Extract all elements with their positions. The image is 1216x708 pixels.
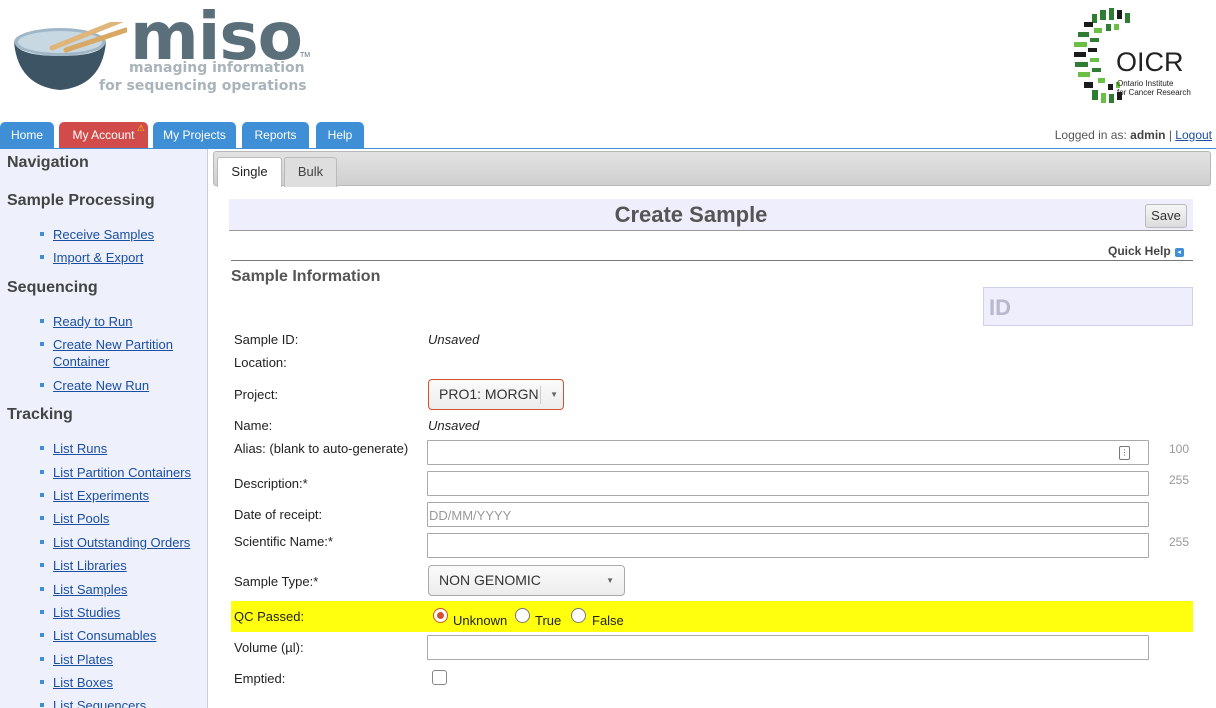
name-value: Unsaved bbox=[428, 418, 480, 433]
tab-home[interactable]: Home bbox=[0, 122, 54, 148]
logo-tagline-2: for sequencing operations bbox=[99, 78, 307, 94]
login-status: Logged in as: admin | Logout bbox=[1055, 128, 1212, 142]
sidebar-item-list-experiments[interactable]: List Experiments bbox=[40, 487, 201, 504]
qc-unknown-radio[interactable] bbox=[433, 608, 448, 623]
date-of-receipt-placeholder: DD/MM/YYYY bbox=[429, 508, 512, 523]
sidebar-item-create-new-run[interactable]: Create New Run bbox=[40, 377, 201, 394]
qc-passed-row: QC Passed: Unknown True False bbox=[231, 601, 1193, 632]
sidebar-item-list-samples[interactable]: List Samples bbox=[40, 581, 201, 598]
sidebar-heading-sequencing: Sequencing bbox=[7, 279, 98, 296]
qc-false-radio[interactable] bbox=[571, 608, 586, 623]
title-bar: Create Sample Save bbox=[229, 199, 1193, 231]
oicr-full-name: Ontario Institute for Cancer Research bbox=[1117, 79, 1191, 97]
name-label: Name: bbox=[234, 418, 273, 433]
generator-icon[interactable]: ⋮ bbox=[1119, 446, 1130, 460]
sidebar-item-receive-samples[interactable]: Receive Samples bbox=[40, 226, 201, 243]
login-separator: | bbox=[1168, 128, 1172, 142]
sidebar-item-list-libraries[interactable]: List Libraries bbox=[40, 557, 201, 574]
sidebar-item-list-plates[interactable]: List Plates bbox=[40, 651, 201, 668]
volume-input[interactable] bbox=[427, 635, 1149, 660]
oicr-name: OICR bbox=[1116, 47, 1184, 77]
login-user: admin bbox=[1130, 128, 1166, 142]
section-divider bbox=[231, 260, 1193, 261]
project-select-value: PRO1: MORGN bbox=[439, 386, 539, 402]
sidebar-title: Navigation bbox=[7, 154, 89, 171]
save-button[interactable]: Save bbox=[1145, 204, 1187, 228]
project-select[interactable]: PRO1: MORGN ▼ bbox=[428, 379, 564, 410]
alias-input[interactable]: ⋮ bbox=[427, 440, 1149, 465]
subtab-single[interactable]: Single bbox=[217, 157, 282, 187]
header: miso TM managing information for sequenc… bbox=[0, 0, 1216, 120]
sidebar-item-list-sequencers[interactable]: List Sequencers bbox=[40, 697, 201, 708]
sidebar-item-list-consumables[interactable]: List Consumables bbox=[40, 627, 201, 644]
alias-label: Alias: (blank to auto-generate) bbox=[234, 441, 409, 456]
subtab-bulk[interactable]: Bulk bbox=[284, 157, 337, 187]
chevron-down-icon: ▼ bbox=[550, 390, 558, 399]
sidebar-item-list-boxes[interactable]: List Boxes bbox=[40, 674, 201, 691]
login-prefix: Logged in as: bbox=[1054, 128, 1127, 142]
qc-true-label: True bbox=[535, 613, 562, 628]
sample-id-label: Sample ID: bbox=[234, 332, 299, 347]
volume-label: Volume (µl): bbox=[234, 640, 304, 655]
subtab-bar: Single Bulk bbox=[213, 151, 1211, 187]
page-title: Create Sample bbox=[614, 202, 768, 227]
scientific-name-counter: 255 bbox=[1169, 535, 1190, 549]
sidebar-item-list-partition-containers[interactable]: List Partition Containers bbox=[40, 464, 201, 481]
date-of-receipt-label: Date of receipt: bbox=[234, 507, 323, 522]
sidebar-item-create-partition-container[interactable]: Create New Partition Container bbox=[40, 336, 183, 370]
id-placeholder: ID bbox=[989, 295, 1011, 320]
sidebar-heading-tracking: Tracking bbox=[7, 406, 73, 423]
location-label: Location: bbox=[234, 355, 287, 370]
sample-id-value: Unsaved bbox=[428, 332, 480, 347]
qc-unknown-label: Unknown bbox=[453, 613, 508, 628]
sidebar-heading-sample-processing: Sample Processing bbox=[7, 192, 155, 209]
oicr-full-line-1: Ontario Institute bbox=[1117, 79, 1174, 88]
sidebar-item-list-pools[interactable]: List Pools bbox=[40, 510, 201, 527]
section-title: Sample Information bbox=[231, 268, 381, 285]
expand-icon: ◂ bbox=[1174, 248, 1184, 257]
qc-true-radio[interactable] bbox=[515, 608, 530, 623]
date-of-receipt-input[interactable]: DD/MM/YYYY bbox=[427, 502, 1149, 527]
description-counter: 255 bbox=[1169, 473, 1190, 487]
description-input[interactable] bbox=[427, 471, 1149, 496]
sample-type-select-value: NON GENOMIC bbox=[439, 572, 541, 588]
tab-help[interactable]: Help bbox=[316, 122, 364, 148]
logo-tm: TM bbox=[300, 52, 311, 59]
tab-my-account-label: My Account bbox=[72, 128, 135, 142]
sidebar-item-list-outstanding-orders[interactable]: List Outstanding Orders bbox=[40, 534, 201, 551]
sidebar-item-import-export[interactable]: Import & Export bbox=[40, 249, 201, 266]
description-label: Description:* bbox=[234, 476, 308, 491]
project-label: Project: bbox=[234, 387, 279, 402]
sidebar-item-list-studies[interactable]: List Studies bbox=[40, 604, 201, 621]
sidebar: Navigation Sample Processing Receive Sam… bbox=[0, 149, 208, 708]
logo-tagline-1: managing information bbox=[129, 60, 305, 76]
sidebar-item-ready-to-run[interactable]: Ready to Run bbox=[40, 313, 201, 330]
oicr-full-line-2: for Cancer Research bbox=[1117, 88, 1191, 97]
emptied-checkbox[interactable] bbox=[432, 670, 447, 685]
logout-link[interactable]: Logout bbox=[1175, 128, 1212, 142]
sidebar-item-list-runs[interactable]: List Runs bbox=[40, 440, 201, 457]
emptied-label: Emptied: bbox=[234, 671, 286, 686]
select-separator bbox=[540, 386, 541, 404]
quick-help-toggle[interactable]: Quick Help ◂ bbox=[1108, 244, 1184, 258]
sample-type-select[interactable]: NON GENOMIC ▼ bbox=[428, 565, 625, 596]
tab-reports[interactable]: Reports bbox=[242, 122, 309, 148]
tab-my-account[interactable]: My Account ⚠ bbox=[59, 122, 148, 148]
alias-counter: 100 bbox=[1169, 442, 1190, 456]
warning-icon: ⚠ bbox=[136, 123, 145, 133]
qc-false-label: False bbox=[592, 613, 624, 628]
id-display: ID bbox=[983, 287, 1193, 326]
quick-help-label: Quick Help bbox=[1108, 244, 1171, 258]
tab-my-projects[interactable]: My Projects bbox=[153, 122, 236, 148]
sample-type-label: Sample Type:* bbox=[234, 574, 319, 589]
scientific-name-label: Scientific Name:* bbox=[234, 534, 333, 549]
qc-passed-label: QC Passed: bbox=[234, 609, 305, 624]
chevron-down-icon: ▼ bbox=[606, 576, 614, 585]
scientific-name-input[interactable] bbox=[427, 533, 1149, 558]
